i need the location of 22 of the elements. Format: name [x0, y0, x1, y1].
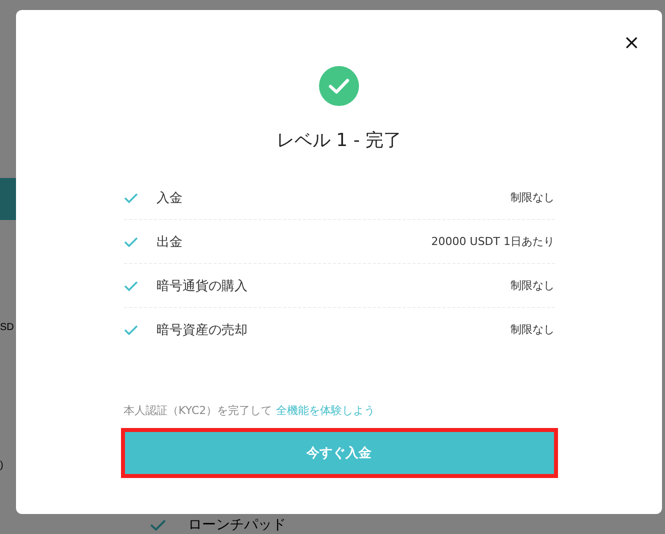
limit-value: 20000 USDT 1日あたり	[431, 234, 554, 249]
check-icon	[124, 324, 138, 334]
check-icon	[150, 519, 166, 531]
check-icon	[124, 192, 138, 202]
limit-value: 制限なし	[510, 190, 554, 205]
success-check-icon	[319, 66, 359, 106]
page-text: SD	[0, 322, 14, 333]
check-icon	[124, 236, 138, 246]
feature-label: 暗号通貨の購入	[156, 278, 248, 294]
limit-value: 制限なし	[510, 278, 554, 293]
close-button[interactable]: ×	[619, 32, 644, 52]
check-icon	[124, 280, 138, 290]
feature-link[interactable]: 全機能を体験しよう	[276, 403, 376, 418]
dialog-title: レベル 1 - 完了	[276, 129, 402, 153]
feature-label: 出金	[156, 234, 184, 250]
feature-label: 入金	[156, 190, 184, 206]
deposit-button[interactable]: 今すぐ入金	[124, 432, 554, 474]
page-banner	[0, 178, 16, 220]
feature-label: 暗号資産の売却	[156, 322, 248, 338]
page-text: )	[0, 460, 4, 471]
limit-value: 制限なし	[510, 322, 554, 337]
note-text: 本人認証（KYC2）を完了して	[124, 403, 272, 418]
